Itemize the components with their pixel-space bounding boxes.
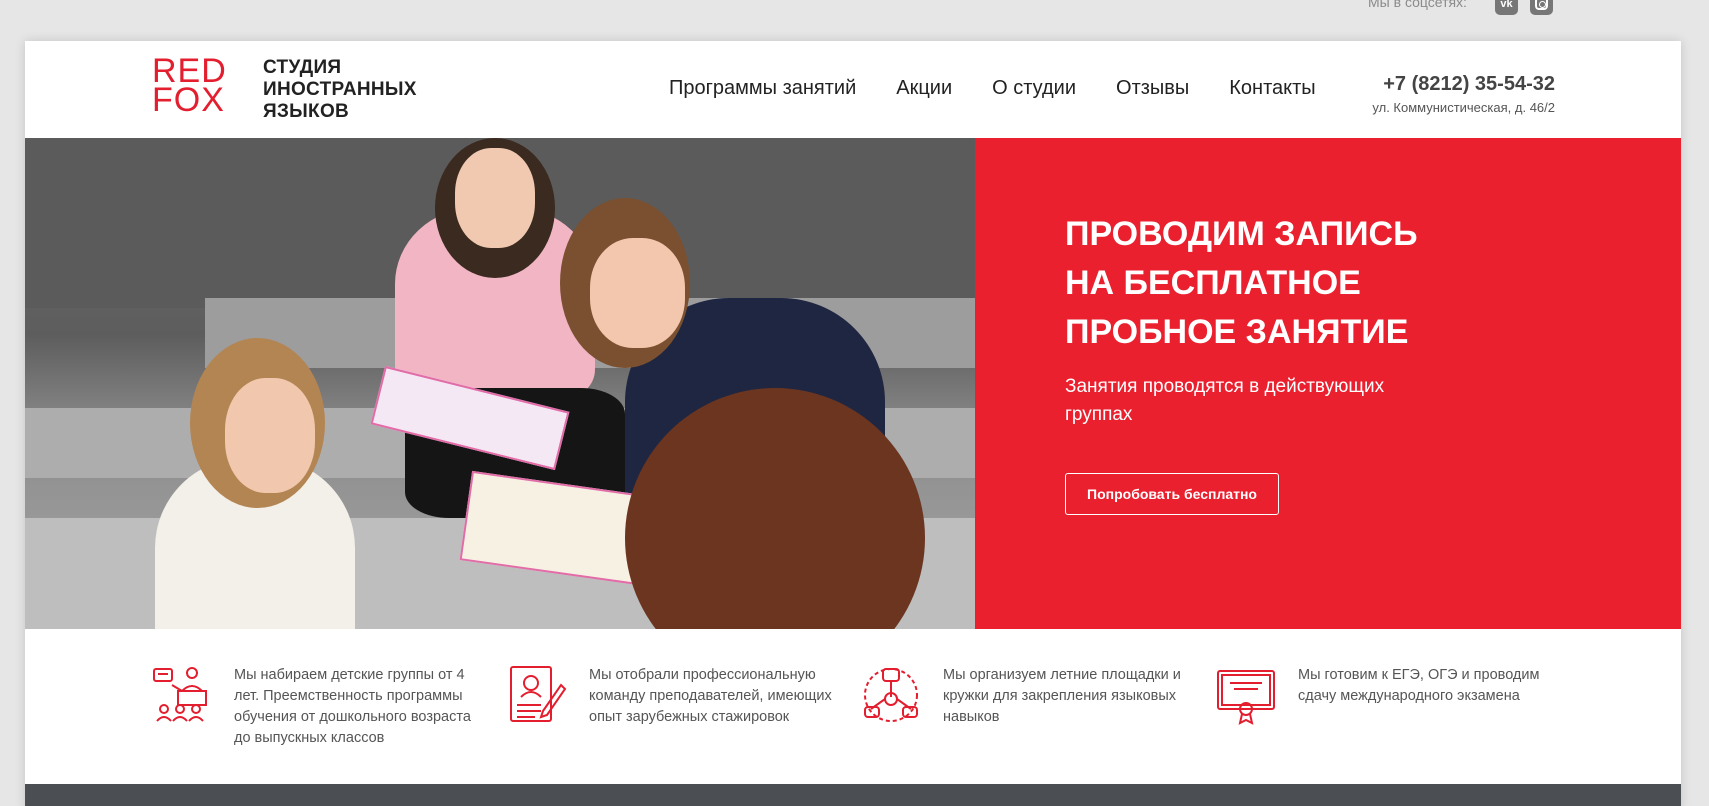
feature-item: Мы набираем детские группы от 4 лет. Пре…	[152, 665, 507, 749]
try-free-button[interactable]: Попробовать бесплатно	[1065, 473, 1279, 515]
logo-wordmark: СТУДИЯ ИНОСТРАННЫХ ЯЗЫКОВ	[263, 57, 417, 122]
feature-item: Мы готовим к ЕГЭ, ОГЭ и проводим сдачу м…	[1216, 665, 1571, 725]
address: ул. Коммунистическая, д. 46/2	[1372, 100, 1555, 115]
instagram-icon[interactable]	[1530, 0, 1553, 15]
logo-mark: RED FOX	[152, 52, 227, 119]
nav-item-promotions[interactable]: Акции	[896, 77, 952, 100]
certificate-icon	[1217, 670, 1275, 725]
feature-text: Мы организуем летние площадки и кружки д…	[943, 667, 1181, 725]
resume-pen-icon	[510, 666, 567, 722]
header-contact: +7 (8212) 35-54-32 ул. Коммунистическая,…	[1372, 73, 1555, 115]
main-nav: Программы занятий Акции О студии Отзывы …	[669, 77, 1356, 100]
feature-text: Мы готовим к ЕГЭ, ОГЭ и проводим сдачу м…	[1298, 667, 1540, 704]
page-card: RED FOX СТУДИЯ ИНОСТРАННЫХ ЯЗЫКОВ Програ…	[25, 41, 1681, 806]
teacher-group-icon	[153, 667, 207, 722]
features-section: Мы набираем детские группы от 4 лет. Пре…	[25, 629, 1681, 784]
hero-title: ПРОВОДИМ ЗАПИСЬ НА БЕСПЛАТНОЕ ПРОБНОЕ ЗА…	[1065, 215, 1418, 351]
nav-item-reviews[interactable]: Отзывы	[1116, 77, 1189, 100]
vk-icon[interactable]: vk	[1495, 0, 1518, 15]
social-strip: Мы в соцсетях: vk	[0, 0, 1709, 41]
site-header: RED FOX СТУДИЯ ИНОСТРАННЫХ ЯЗЫКОВ Програ…	[25, 41, 1681, 138]
feature-text: Мы набираем детские группы от 4 лет. Пре…	[234, 667, 471, 746]
logo[interactable]: RED FOX СТУДИЯ ИНОСТРАННЫХ ЯЗЫКОВ	[152, 52, 442, 122]
hands-together-icon	[864, 668, 918, 722]
feature-text: Мы отобрали профессиональную команду пре…	[589, 667, 832, 725]
hero-photo	[25, 138, 975, 629]
nav-item-contacts[interactable]: Контакты	[1229, 77, 1315, 100]
feature-item: Мы отобрали профессиональную команду пре…	[507, 665, 862, 728]
hero-panel: ПРОВОДИМ ЗАПИСЬ НА БЕСПЛАТНОЕ ПРОБНОЕ ЗА…	[975, 138, 1681, 629]
hero-section: ПРОВОДИМ ЗАПИСЬ НА БЕСПЛАТНОЕ ПРОБНОЕ ЗА…	[25, 138, 1681, 629]
nav-item-programs[interactable]: Программы занятий	[669, 77, 856, 100]
social-label: Мы в соцсетях:	[1368, 0, 1467, 10]
feature-item: Мы организуем летние площадки и кружки д…	[861, 665, 1216, 728]
footer-bar	[25, 784, 1681, 806]
phone-number[interactable]: +7 (8212) 35-54-32	[1372, 73, 1555, 96]
hero-subtitle: Занятия проводятся в действующих группах	[1065, 376, 1385, 425]
nav-item-about[interactable]: О студии	[992, 77, 1076, 100]
